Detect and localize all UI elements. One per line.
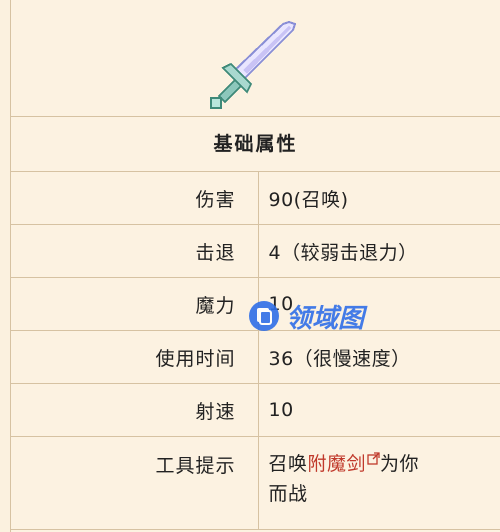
external-link-icon: [367, 452, 380, 465]
watermark-logo-icon: [249, 301, 279, 331]
enchanted-sword-link[interactable]: 附魔剑: [308, 453, 367, 475]
item-infobox: 基础属性 伤害 90(召唤) 击退 4（较弱击退力） 魔力 10 使用时间 36…: [10, 0, 500, 532]
watermark: 领域图: [248, 296, 364, 336]
table-row-tooltip: 工具提示 召唤附魔剑 为你而战: [11, 436, 500, 530]
row-label: 击退: [11, 224, 259, 278]
table-row: 伤害 90(召唤): [11, 172, 500, 225]
row-label: 魔力: [11, 277, 259, 331]
properties-table: 伤害 90(召唤) 击退 4（较弱击退力） 魔力 10 使用时间 36（很慢速度…: [11, 172, 500, 530]
row-label: 射速: [11, 383, 259, 437]
enchanted-sword-icon: [210, 20, 297, 109]
row-value: 4（较弱击退力）: [258, 224, 500, 278]
tooltip-prefix: 召唤: [268, 453, 308, 475]
watermark-text: 领域图: [286, 303, 365, 334]
tooltip-value: 召唤附魔剑 为你而战: [258, 436, 500, 530]
row-label: 工具提示: [11, 436, 259, 530]
row-value: 90(召唤): [258, 172, 500, 225]
table-row: 击退 4（较弱击退力）: [11, 224, 500, 278]
row-value: 36（很慢速度）: [258, 330, 500, 384]
tooltip-suffix: 为你: [380, 453, 420, 475]
row-value: 10: [258, 383, 500, 437]
section-title: 基础属性: [11, 117, 500, 172]
row-label: 使用时间: [11, 330, 259, 384]
item-icon-row: [11, 0, 500, 117]
tooltip-line2: 而战: [268, 483, 308, 505]
row-label: 伤害: [11, 172, 259, 225]
table-row: 使用时间 36（很慢速度）: [11, 330, 500, 384]
table-row: 射速 10: [11, 383, 500, 437]
